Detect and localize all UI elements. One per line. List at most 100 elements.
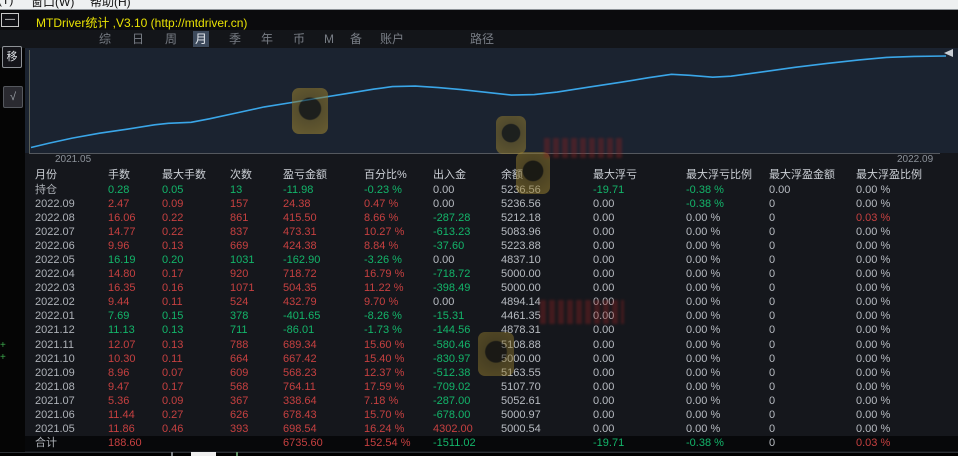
- row-label: 2021.11: [35, 338, 108, 352]
- header-cell: 最大浮盈比例: [856, 168, 958, 183]
- minimize-button[interactable]: —: [1, 13, 19, 27]
- table-cell: 0.47 %: [364, 197, 433, 211]
- table-cell: 524: [230, 295, 283, 309]
- table-cell: 0.03 %: [856, 211, 958, 225]
- table-cell: 0.46: [162, 422, 230, 436]
- tab-备[interactable]: 备: [348, 31, 364, 47]
- table-row: 2021.0611.440.27626678.4315.70 %-678.005…: [25, 408, 958, 422]
- tab-年[interactable]: 年: [259, 31, 275, 47]
- table-cell: 0.00 %: [856, 352, 958, 366]
- menu-item-partial[interactable]: (T): [0, 0, 13, 7]
- table-cell: 367: [230, 394, 283, 408]
- table-cell: 188.60: [108, 436, 162, 451]
- row-label: 2022.06: [35, 239, 108, 253]
- table-cell: 0.00 %: [856, 239, 958, 253]
- table-cell: 16.24 %: [364, 422, 433, 436]
- table-cell: 718.72: [283, 267, 364, 281]
- table-cell: 15.60 %: [364, 338, 433, 352]
- tab-月[interactable]: 月: [193, 31, 209, 47]
- table-cell: 0.00 %: [686, 309, 769, 323]
- table-cell: 5052.61: [501, 394, 593, 408]
- table-cell: 14.80: [108, 267, 162, 281]
- move-button[interactable]: 移: [2, 46, 22, 68]
- equity-line: [31, 56, 946, 148]
- table-cell: 609: [230, 366, 283, 380]
- table-cell: 5000.00: [501, 352, 593, 366]
- table-cell: 0.09: [162, 197, 230, 211]
- table-cell: -19.71: [593, 436, 686, 451]
- table-cell: 0.00 %: [686, 352, 769, 366]
- row-label: 2022.05: [35, 253, 108, 267]
- taskbar-button[interactable]: [191, 452, 216, 456]
- menu-item-help[interactable]: 帮助(H): [90, 0, 131, 9]
- path-label[interactable]: 路径: [470, 31, 494, 47]
- header-cell: 手数: [108, 168, 162, 183]
- table-cell: 11.22 %: [364, 281, 433, 295]
- table-cell: 5108.88: [501, 338, 593, 352]
- bottom-strip: [0, 452, 958, 456]
- table-cell: 0: [769, 408, 856, 422]
- table-cell: 11.44: [108, 408, 162, 422]
- table-row: 2022.017.690.15378-401.65-8.26 %-15.3144…: [25, 309, 958, 323]
- table-cell: 5212.18: [501, 211, 593, 225]
- table-cell: 4878.31: [501, 323, 593, 337]
- check-button[interactable]: √: [3, 86, 23, 108]
- table-cell: 10.27 %: [364, 225, 433, 239]
- table-cell: 9.44: [108, 295, 162, 309]
- row-label: 2022.03: [35, 281, 108, 295]
- table-cell: 0.20: [162, 253, 230, 267]
- row-label: 2022.04: [35, 267, 108, 281]
- table-cell: -678.00: [433, 408, 501, 422]
- watermark-logo: [292, 88, 328, 134]
- table-cell: 16.35: [108, 281, 162, 295]
- table-cell: 0.00: [769, 183, 856, 197]
- tab-M[interactable]: M: [322, 31, 336, 47]
- header-cell: 百分比%: [364, 168, 433, 183]
- table-cell: -37.60: [433, 239, 501, 253]
- table-cell: 664: [230, 352, 283, 366]
- table-cell: -162.90: [283, 253, 364, 267]
- table-cell: 11.86: [108, 422, 162, 436]
- table-cell: 0.00: [433, 183, 501, 197]
- table-cell: 0.11: [162, 295, 230, 309]
- tab-综[interactable]: 综: [97, 31, 113, 47]
- table-cell: 432.79: [283, 295, 364, 309]
- table-cell: 678.43: [283, 408, 364, 422]
- table-cell: 473.31: [283, 225, 364, 239]
- table-cell: 9.70 %: [364, 295, 433, 309]
- table-cell: 0.00 %: [856, 323, 958, 337]
- row-label: 2022.07: [35, 225, 108, 239]
- table-cell: 338.64: [283, 394, 364, 408]
- table-cell: -709.02: [433, 380, 501, 394]
- table-cell: 0.00 %: [856, 183, 958, 197]
- stats-table: 月份手数最大手数次数盈亏金额百分比%出入金余额最大浮亏最大浮亏比例最大浮盈金额最…: [25, 168, 958, 451]
- table-cell: [230, 436, 283, 451]
- row-label: 2022.09: [35, 197, 108, 211]
- table-cell: 0: [769, 338, 856, 352]
- table-cell: 12.37 %: [364, 366, 433, 380]
- table-cell: 7.18 %: [364, 394, 433, 408]
- table-cell: 152.54 %: [364, 436, 433, 451]
- tab-季[interactable]: 季: [227, 31, 243, 47]
- table-cell: 0.00: [593, 211, 686, 225]
- table-cell: 0.17: [162, 380, 230, 394]
- table-row: 2021.075.360.09367338.647.18 %-287.00505…: [25, 394, 958, 408]
- header-cell: 盈亏金额: [283, 168, 364, 183]
- table-cell: -0.38 %: [686, 436, 769, 451]
- table-cell: 157: [230, 197, 283, 211]
- tab-账户[interactable]: 账户: [378, 31, 406, 47]
- menu-item-window[interactable]: 窗口(W): [31, 0, 74, 9]
- tab-周[interactable]: 周: [163, 31, 179, 47]
- x-axis-end-label: 2022.09: [897, 154, 933, 165]
- table-cell: 0.07: [162, 366, 230, 380]
- table-cell: 0: [769, 295, 856, 309]
- tab-币[interactable]: 币: [291, 31, 307, 47]
- tab-日[interactable]: 日: [130, 31, 146, 47]
- header-cell: 最大浮盈金额: [769, 168, 856, 183]
- table-cell: 0.03 %: [856, 436, 958, 451]
- table-cell: 0.00 %: [856, 295, 958, 309]
- table-cell: 0.00 %: [856, 380, 958, 394]
- menu-tabs: 路径 综 日 周月 季年币M备账户: [0, 30, 958, 48]
- table-cell: 5000.00: [501, 281, 593, 295]
- chart-x-axis: [29, 153, 940, 154]
